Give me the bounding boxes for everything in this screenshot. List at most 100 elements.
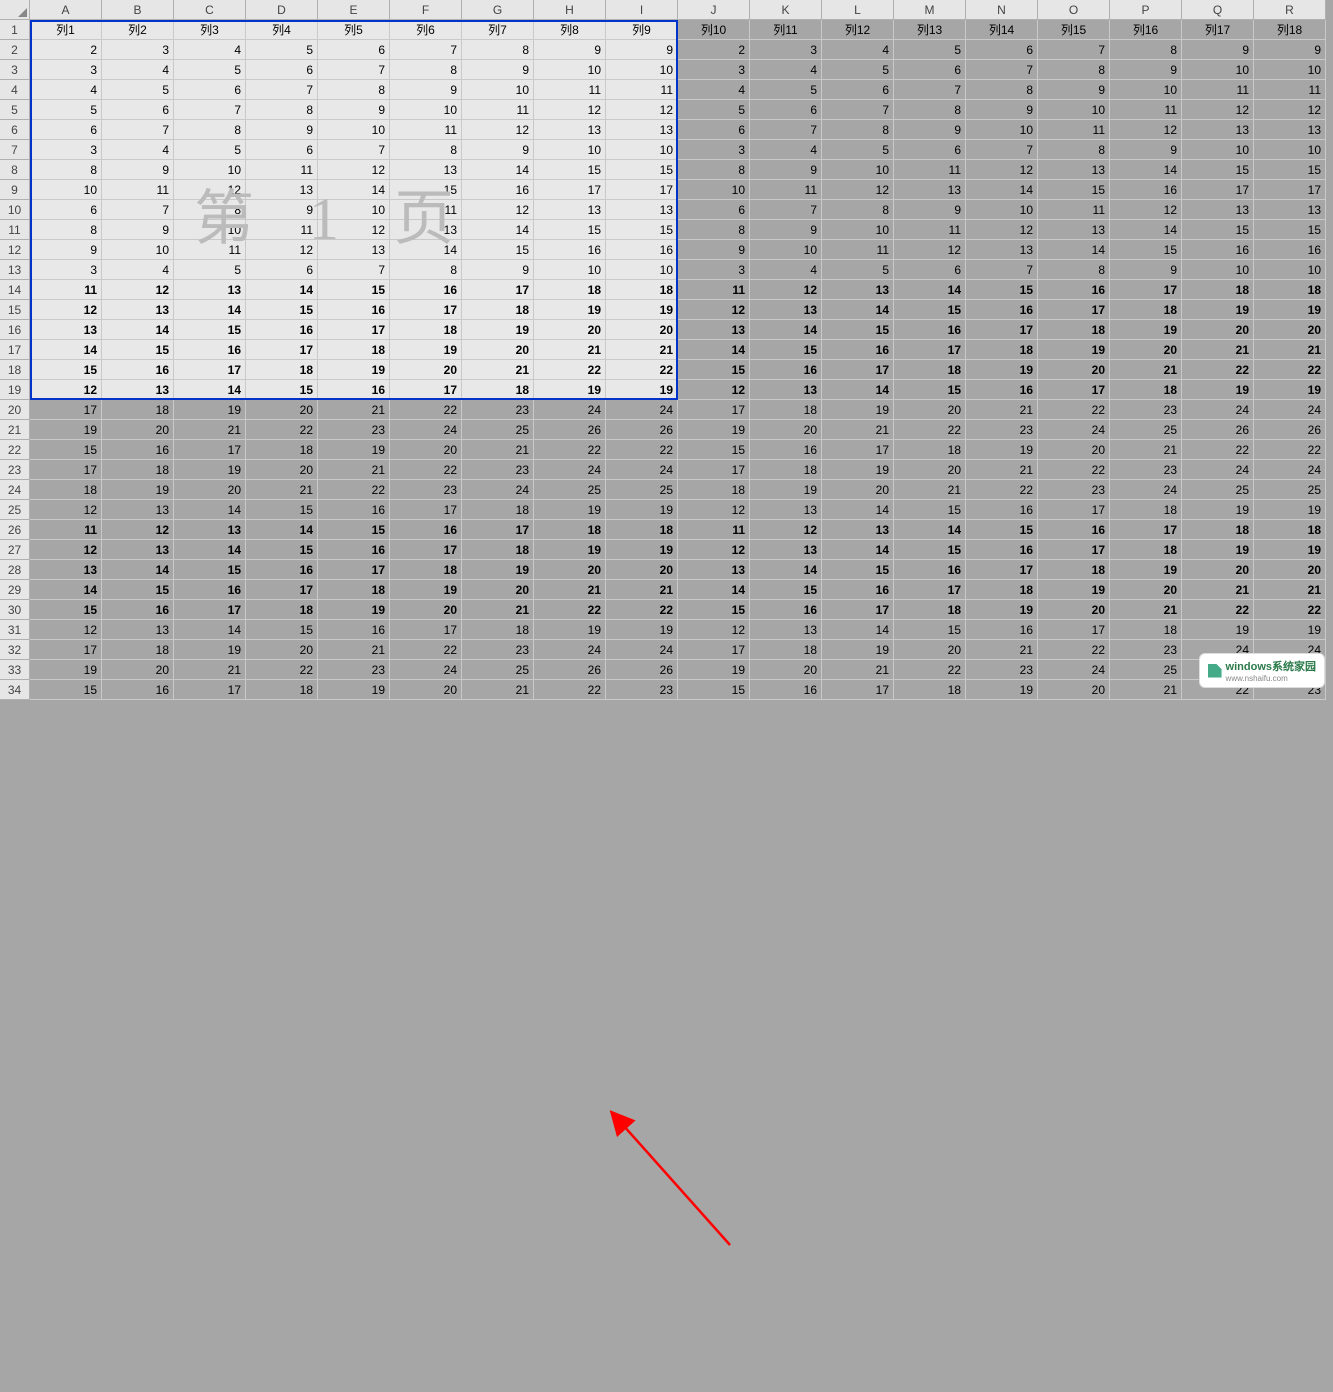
cell[interactable]: 10 bbox=[1254, 260, 1326, 280]
cell[interactable]: 5 bbox=[102, 80, 174, 100]
cell[interactable]: 19 bbox=[1182, 620, 1254, 640]
cell[interactable]: 13 bbox=[102, 300, 174, 320]
cell[interactable]: 14 bbox=[750, 560, 822, 580]
cell[interactable]: 22 bbox=[534, 680, 606, 700]
cell[interactable]: 5 bbox=[174, 140, 246, 160]
cell[interactable]: 23 bbox=[1110, 400, 1182, 420]
cell[interactable]: 11 bbox=[390, 200, 462, 220]
cell[interactable]: 21 bbox=[822, 660, 894, 680]
cell[interactable]: 19 bbox=[1254, 620, 1326, 640]
cell[interactable]: 23 bbox=[462, 460, 534, 480]
cell[interactable]: 8 bbox=[30, 220, 102, 240]
cell[interactable]: 10 bbox=[822, 160, 894, 180]
cell[interactable]: 17 bbox=[822, 600, 894, 620]
cell[interactable]: 19 bbox=[966, 600, 1038, 620]
cell[interactable]: 15 bbox=[390, 180, 462, 200]
cell[interactable]: 9 bbox=[894, 120, 966, 140]
cell[interactable]: 20 bbox=[750, 420, 822, 440]
cell[interactable]: 19 bbox=[1110, 560, 1182, 580]
cell[interactable]: 22 bbox=[318, 480, 390, 500]
cell[interactable]: 21 bbox=[318, 640, 390, 660]
cell[interactable]: 5 bbox=[678, 100, 750, 120]
column-header[interactable]: L bbox=[822, 0, 894, 20]
cell[interactable]: 列6 bbox=[390, 20, 462, 40]
cell[interactable]: 列18 bbox=[1254, 20, 1326, 40]
cell[interactable]: 列13 bbox=[894, 20, 966, 40]
cell[interactable]: 25 bbox=[606, 480, 678, 500]
cell[interactable]: 19 bbox=[318, 360, 390, 380]
cell[interactable]: 16 bbox=[894, 320, 966, 340]
cell[interactable]: 16 bbox=[966, 380, 1038, 400]
cell[interactable]: 20 bbox=[750, 660, 822, 680]
cell[interactable]: 8 bbox=[822, 120, 894, 140]
cell[interactable]: 6 bbox=[174, 80, 246, 100]
cell[interactable]: 18 bbox=[390, 320, 462, 340]
cell[interactable]: 6 bbox=[678, 200, 750, 220]
cell[interactable]: 20 bbox=[1038, 360, 1110, 380]
cell[interactable]: 9 bbox=[750, 160, 822, 180]
cell[interactable]: 16 bbox=[534, 240, 606, 260]
cell[interactable]: 列12 bbox=[822, 20, 894, 40]
cell[interactable]: 12 bbox=[966, 220, 1038, 240]
cell[interactable]: 12 bbox=[678, 620, 750, 640]
row-header[interactable]: 27 bbox=[0, 540, 30, 560]
cell[interactable]: 20 bbox=[894, 400, 966, 420]
cell[interactable]: 18 bbox=[1254, 520, 1326, 540]
cell[interactable]: 20 bbox=[246, 400, 318, 420]
cell[interactable]: 18 bbox=[462, 500, 534, 520]
cell[interactable]: 6 bbox=[246, 140, 318, 160]
cell[interactable]: 24 bbox=[534, 640, 606, 660]
cell[interactable]: 24 bbox=[1254, 460, 1326, 480]
cell[interactable]: 23 bbox=[606, 680, 678, 700]
row-header[interactable]: 30 bbox=[0, 600, 30, 620]
cell[interactable]: 14 bbox=[1038, 240, 1110, 260]
cell[interactable]: 19 bbox=[534, 500, 606, 520]
cell[interactable]: 13 bbox=[606, 120, 678, 140]
cell[interactable]: 17 bbox=[30, 640, 102, 660]
cell[interactable]: 9 bbox=[318, 100, 390, 120]
cell[interactable]: 17 bbox=[678, 400, 750, 420]
cell[interactable]: 19 bbox=[174, 640, 246, 660]
cell[interactable]: 7 bbox=[966, 260, 1038, 280]
cell[interactable]: 18 bbox=[390, 560, 462, 580]
cell[interactable]: 12 bbox=[102, 520, 174, 540]
cell[interactable]: 21 bbox=[606, 580, 678, 600]
cell[interactable]: 16 bbox=[174, 580, 246, 600]
cell[interactable]: 10 bbox=[318, 200, 390, 220]
cell[interactable]: 15 bbox=[318, 520, 390, 540]
cell[interactable]: 15 bbox=[246, 620, 318, 640]
cell[interactable]: 20 bbox=[462, 580, 534, 600]
cell[interactable]: 21 bbox=[174, 660, 246, 680]
cell[interactable]: 23 bbox=[462, 400, 534, 420]
cell[interactable]: 20 bbox=[894, 460, 966, 480]
cell[interactable]: 14 bbox=[174, 300, 246, 320]
cell[interactable]: 25 bbox=[1110, 660, 1182, 680]
cell[interactable]: 7 bbox=[822, 100, 894, 120]
cell[interactable]: 12 bbox=[1182, 100, 1254, 120]
cell[interactable]: 19 bbox=[318, 600, 390, 620]
cell[interactable]: 10 bbox=[102, 240, 174, 260]
cell[interactable]: 19 bbox=[390, 580, 462, 600]
cell[interactable]: 3 bbox=[102, 40, 174, 60]
select-all-corner[interactable] bbox=[0, 0, 30, 20]
cell[interactable]: 14 bbox=[174, 540, 246, 560]
cell[interactable]: 9 bbox=[462, 140, 534, 160]
cell[interactable]: 15 bbox=[822, 320, 894, 340]
cell[interactable]: 23 bbox=[1110, 460, 1182, 480]
cell[interactable]: 20 bbox=[246, 640, 318, 660]
cell[interactable]: 18 bbox=[318, 580, 390, 600]
row-header[interactable]: 7 bbox=[0, 140, 30, 160]
cell[interactable]: 17 bbox=[822, 680, 894, 700]
cell[interactable]: 18 bbox=[750, 640, 822, 660]
cell[interactable]: 12 bbox=[30, 300, 102, 320]
cell[interactable]: 17 bbox=[390, 500, 462, 520]
cell[interactable]: 14 bbox=[822, 500, 894, 520]
cell[interactable]: 11 bbox=[174, 240, 246, 260]
cell[interactable]: 19 bbox=[678, 660, 750, 680]
column-header[interactable]: F bbox=[390, 0, 462, 20]
cell[interactable]: 13 bbox=[606, 200, 678, 220]
cell[interactable]: 10 bbox=[966, 120, 1038, 140]
cell[interactable]: 19 bbox=[534, 620, 606, 640]
column-header[interactable]: J bbox=[678, 0, 750, 20]
cell[interactable]: 10 bbox=[1182, 140, 1254, 160]
